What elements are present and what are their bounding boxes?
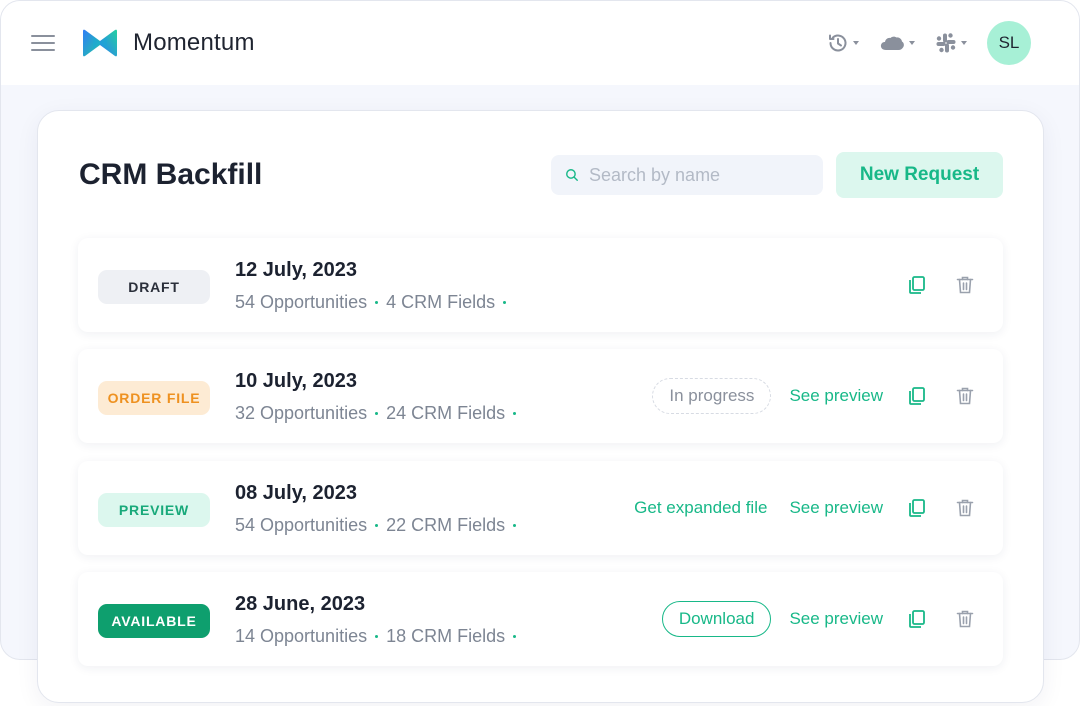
crm-fields-count: 4 CRM Fields: [386, 292, 496, 312]
delete-button[interactable]: [953, 273, 977, 297]
request-row-available[interactable]: AVAILABLE 28 June, 2023 14 Opportunities…: [78, 572, 1003, 666]
request-row-draft[interactable]: DRAFT 12 July, 2023 54 Opportunities 4 C…: [78, 238, 1003, 332]
trash-icon: [956, 610, 974, 628]
opportunities-count: 32 Opportunities: [235, 403, 368, 423]
download-button[interactable]: Download: [661, 601, 772, 637]
request-date: 08 July, 2023: [235, 482, 357, 504]
brand-name: Momentum: [133, 29, 255, 56]
separator-dot: [513, 524, 517, 527]
request-meta: 54 Opportunities 4 CRM Fields: [235, 292, 514, 313]
separator-dot: [503, 301, 507, 304]
status-badge-draft: DRAFT: [98, 270, 210, 304]
history-button[interactable]: [827, 32, 859, 54]
slack-icon: [936, 33, 956, 53]
request-date: 10 July, 2023: [235, 370, 357, 392]
crm-backfill-card: CRM Backfill New Request DRAFT 12 July, …: [37, 110, 1044, 703]
duplicate-button[interactable]: [905, 607, 929, 631]
row-actions: [905, 238, 977, 332]
delete-button[interactable]: [953, 384, 977, 408]
momentum-logo-icon: [83, 29, 117, 57]
delete-button[interactable]: [953, 496, 977, 520]
separator-dot: [513, 635, 517, 638]
menu-icon[interactable]: [31, 29, 59, 57]
opportunities-count: 14 Opportunities: [235, 626, 368, 646]
copy-icon: [909, 276, 925, 294]
row-actions: Download See preview: [661, 572, 977, 666]
search-box[interactable]: [551, 155, 823, 195]
trash-icon: [956, 387, 974, 405]
trash-icon: [956, 276, 974, 294]
request-date: 28 June, 2023: [235, 593, 366, 615]
see-preview-link[interactable]: See preview: [789, 609, 883, 629]
copy-icon: [909, 610, 925, 628]
chevron-down-icon: [961, 41, 967, 45]
avatar[interactable]: SL: [987, 21, 1031, 65]
salesforce-button[interactable]: [879, 33, 915, 53]
trash-icon: [956, 499, 974, 517]
crm-fields-count: 18 CRM Fields: [386, 626, 506, 646]
separator-dot: [375, 635, 379, 638]
salesforce-cloud-icon: [880, 36, 904, 50]
row-actions: Get expanded file See preview: [634, 461, 977, 555]
chevron-down-icon: [909, 41, 915, 45]
top-bar: Momentum SL: [1, 1, 1079, 85]
request-meta: 54 Opportunities 22 CRM Fields: [235, 515, 524, 536]
opportunities-count: 54 Opportunities: [235, 515, 368, 535]
new-request-button[interactable]: New Request: [836, 152, 1003, 198]
opportunities-count: 54 Opportunities: [235, 292, 368, 312]
duplicate-button[interactable]: [905, 384, 929, 408]
separator-dot: [375, 412, 379, 415]
delete-button[interactable]: [953, 607, 977, 631]
crm-fields-count: 24 CRM Fields: [386, 403, 506, 423]
in-progress-status: In progress: [652, 378, 772, 414]
status-badge-available: AVAILABLE: [98, 604, 210, 638]
separator-dot: [375, 524, 379, 527]
duplicate-button[interactable]: [905, 496, 929, 520]
status-badge-order-file: ORDER FILE: [98, 381, 210, 415]
request-date: 12 July, 2023: [235, 259, 357, 281]
copy-icon: [909, 499, 925, 517]
slack-button[interactable]: [935, 32, 967, 54]
see-preview-link[interactable]: See preview: [789, 386, 883, 406]
copy-icon: [909, 387, 925, 405]
separator-dot: [513, 412, 517, 415]
history-icon: [829, 34, 847, 52]
request-row-order-file[interactable]: ORDER FILE 10 July, 2023 32 Opportunitie…: [78, 349, 1003, 443]
separator-dot: [375, 301, 379, 304]
request-meta: 32 Opportunities 24 CRM Fields: [235, 403, 524, 424]
request-row-preview[interactable]: PREVIEW 08 July, 2023 54 Opportunities 2…: [78, 461, 1003, 555]
row-actions: In progress See preview: [652, 349, 977, 443]
see-preview-link[interactable]: See preview: [789, 498, 883, 518]
chevron-down-icon: [853, 41, 859, 45]
get-expanded-file-link[interactable]: Get expanded file: [634, 498, 767, 518]
search-input[interactable]: [589, 164, 809, 186]
page-title: CRM Backfill: [79, 158, 263, 191]
status-badge-preview: PREVIEW: [98, 493, 210, 527]
search-icon: [566, 169, 578, 181]
duplicate-button[interactable]: [905, 273, 929, 297]
request-meta: 14 Opportunities 18 CRM Fields: [235, 626, 524, 647]
crm-fields-count: 22 CRM Fields: [386, 515, 506, 535]
header-actions: SL: [807, 21, 1049, 65]
